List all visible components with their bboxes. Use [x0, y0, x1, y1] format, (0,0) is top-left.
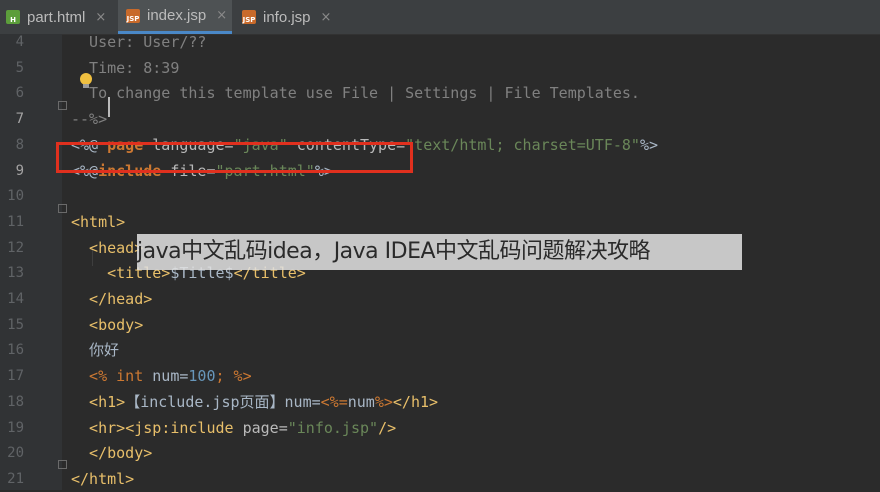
line-number: 6 [15, 85, 24, 102]
code-line[interactable]: </body> [71, 441, 152, 466]
line-number: 5 [15, 59, 24, 76]
code-line[interactable]: <html> [71, 210, 125, 235]
code-line[interactable]: --%> [71, 107, 107, 132]
code-line[interactable]: To change this template use File | Setti… [71, 81, 640, 106]
close-icon[interactable]: × [321, 10, 332, 25]
line-number: 9 [15, 162, 24, 179]
line-number: 11 [7, 213, 24, 230]
line-number: 20 [7, 445, 24, 462]
line-number: 16 [7, 342, 24, 359]
code-token: %> [374, 392, 393, 411]
jsp-file-icon: JSP [126, 8, 140, 23]
fold-marker-icon[interactable] [58, 460, 67, 469]
html-file-icon: H [6, 10, 20, 24]
line-number: 17 [7, 368, 24, 385]
tab-index-jsp[interactable]: JSP index.jsp × [118, 0, 232, 34]
code-token: </head> [71, 290, 153, 308]
code-token: <jsp [125, 418, 162, 437]
code-token: "info.jsp" [287, 418, 379, 437]
code-token: num [347, 392, 375, 411]
lightbulb-icon[interactable] [80, 73, 92, 88]
line-number: 21 [7, 470, 24, 487]
fold-marker-icon[interactable] [58, 204, 67, 213]
close-icon[interactable]: × [95, 10, 106, 25]
code-line[interactable]: <% int num=100; %> [71, 364, 252, 389]
code-token: --%> [71, 110, 108, 129]
code-token: <html> [71, 212, 126, 231]
line-number: 13 [7, 265, 24, 282]
code-line[interactable]: <hr><jsp:include page="info.jsp"/> [71, 416, 396, 441]
tab-part-html[interactable]: H part.html × [6, 0, 112, 34]
code-token: /> [378, 418, 397, 437]
close-icon[interactable]: × [216, 8, 227, 23]
tab-info-jsp[interactable]: JSP info.jsp × [242, 0, 342, 34]
code-token: 100 [188, 367, 216, 386]
code-token: </h1> [392, 392, 439, 411]
code-token: <%= [320, 392, 348, 411]
code-token: <% [71, 367, 117, 386]
code-line[interactable]: </head> [71, 287, 152, 312]
line-number: 12 [7, 239, 24, 256]
code-token: To change this template use File | Setti… [71, 84, 640, 103]
code-token: </body> [71, 444, 153, 463]
code-token: num= [152, 367, 189, 386]
code-line[interactable]: </html> [71, 467, 134, 492]
code-token: </html> [71, 469, 135, 488]
text-caret [108, 97, 110, 117]
line-number: 15 [7, 316, 24, 333]
line-number: 10 [7, 188, 24, 205]
code-token: page= [242, 418, 288, 437]
code-token: :include [161, 418, 243, 437]
code-line[interactable]: <head> [71, 236, 143, 261]
tab-label: part.html [27, 8, 86, 26]
jsp-file-icon: JSP [242, 10, 256, 24]
code-token: <body> [71, 315, 144, 334]
code-token: User: User/?? [71, 33, 207, 51]
fold-marker-icon[interactable] [58, 101, 67, 110]
code-token: %> [639, 135, 659, 154]
overlay-caption: java中文乱码idea，Java IDEA中文乱码问题解决攻略 [137, 234, 742, 270]
tab-label: index.jsp [147, 7, 207, 24]
highlight-box [56, 142, 413, 173]
line-number: 4 [15, 34, 24, 50]
line-number: 7 [15, 111, 24, 128]
code-token: <head> [71, 238, 144, 257]
tab-label: info.jsp [263, 8, 311, 26]
code-line[interactable]: User: User/?? [71, 30, 206, 55]
code-token: ; %> [215, 367, 252, 386]
code-token: 你好 [71, 341, 120, 360]
code-line[interactable]: 你好 [71, 338, 119, 363]
code-token: 【include.jsp页面】num= [125, 392, 321, 411]
code-token: <hr> [71, 418, 126, 437]
code-token: int [116, 367, 153, 386]
code-line[interactable]: <body> [71, 313, 143, 338]
code-token: "text/html; charset=UTF-8" [405, 135, 640, 154]
line-number: 8 [15, 136, 24, 153]
line-number: 18 [7, 393, 24, 410]
code-line[interactable]: <h1>【include.jsp页面】num=<%=num%></h1> [71, 390, 438, 415]
line-number: 14 [7, 291, 24, 307]
code-token: <h1> [71, 392, 126, 411]
line-number: 19 [7, 419, 24, 436]
